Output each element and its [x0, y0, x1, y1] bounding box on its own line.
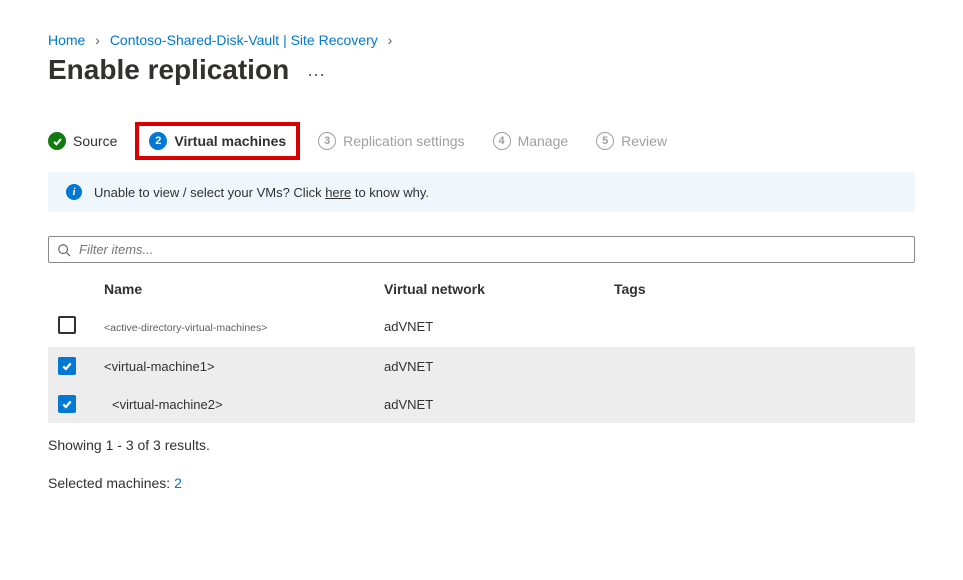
- step-label: Source: [73, 133, 117, 149]
- checkbox[interactable]: [58, 316, 76, 334]
- info-text: Unable to view / select your VMs? Click …: [94, 185, 429, 200]
- step-replication-settings[interactable]: 3 Replication settings: [318, 132, 464, 150]
- info-icon: i: [66, 184, 82, 200]
- vm-table: Name Virtual network Tags <active-direct…: [48, 273, 915, 423]
- col-network[interactable]: Virtual network: [374, 273, 604, 306]
- info-bar: i Unable to view / select your VMs? Clic…: [48, 172, 915, 212]
- filter-input[interactable]: [77, 241, 906, 258]
- step-number-icon: 5: [596, 132, 614, 150]
- col-tags[interactable]: Tags: [604, 273, 915, 306]
- search-icon: [57, 243, 71, 257]
- col-name[interactable]: Name: [94, 273, 374, 306]
- selected-label: Selected machines:: [48, 475, 174, 491]
- wizard-steps: Source 2 Virtual machines 3 Replication …: [48, 132, 915, 150]
- table-row[interactable]: <active-directory-virtual-machines> adVN…: [48, 306, 915, 348]
- chevron-right-icon: ›: [95, 32, 100, 48]
- step-manage[interactable]: 4 Manage: [493, 132, 569, 150]
- step-label: Replication settings: [343, 133, 464, 149]
- vm-network: adVNET: [374, 347, 604, 385]
- step-virtual-machines[interactable]: 2 Virtual machines: [145, 132, 290, 150]
- selected-machines: Selected machines: 2: [48, 475, 915, 491]
- table-row[interactable]: <virtual-machine2> adVNET: [48, 385, 915, 423]
- step-source[interactable]: Source: [48, 132, 117, 150]
- info-suffix: to know why.: [351, 185, 429, 200]
- info-prefix: Unable to view / select your VMs? Click: [94, 185, 325, 200]
- page-title: Enable replication: [48, 54, 289, 86]
- results-count: Showing 1 - 3 of 3 results.: [48, 437, 915, 453]
- filter-input-wrap[interactable]: [48, 236, 915, 263]
- table-row[interactable]: <virtual-machine1> adVNET: [48, 347, 915, 385]
- info-here-link[interactable]: here: [325, 185, 351, 200]
- checkbox[interactable]: [58, 395, 76, 413]
- breadcrumb: Home › Contoso-Shared-Disk-Vault | Site …: [48, 32, 915, 48]
- vm-network: adVNET: [374, 306, 604, 348]
- checkbox[interactable]: [58, 357, 76, 375]
- check-icon: [48, 132, 66, 150]
- step-label: Manage: [518, 133, 569, 149]
- step-number-icon: 4: [493, 132, 511, 150]
- vm-network: adVNET: [374, 385, 604, 423]
- vm-name: <virtual-machine2>: [104, 397, 223, 412]
- step-review[interactable]: 5 Review: [596, 132, 667, 150]
- vm-name: <active-directory-virtual-machines>: [104, 322, 267, 334]
- vm-name: <virtual-machine1>: [104, 359, 215, 374]
- step-number-icon: 2: [149, 132, 167, 150]
- chevron-right-icon: ›: [388, 32, 393, 48]
- step-label: Review: [621, 133, 667, 149]
- breadcrumb-home[interactable]: Home: [48, 32, 85, 48]
- selected-count: 2: [174, 475, 182, 491]
- step-label: Virtual machines: [174, 133, 286, 149]
- more-icon[interactable]: ⋯: [307, 65, 325, 85]
- breadcrumb-vault[interactable]: Contoso-Shared-Disk-Vault | Site Recover…: [110, 32, 378, 48]
- step-number-icon: 3: [318, 132, 336, 150]
